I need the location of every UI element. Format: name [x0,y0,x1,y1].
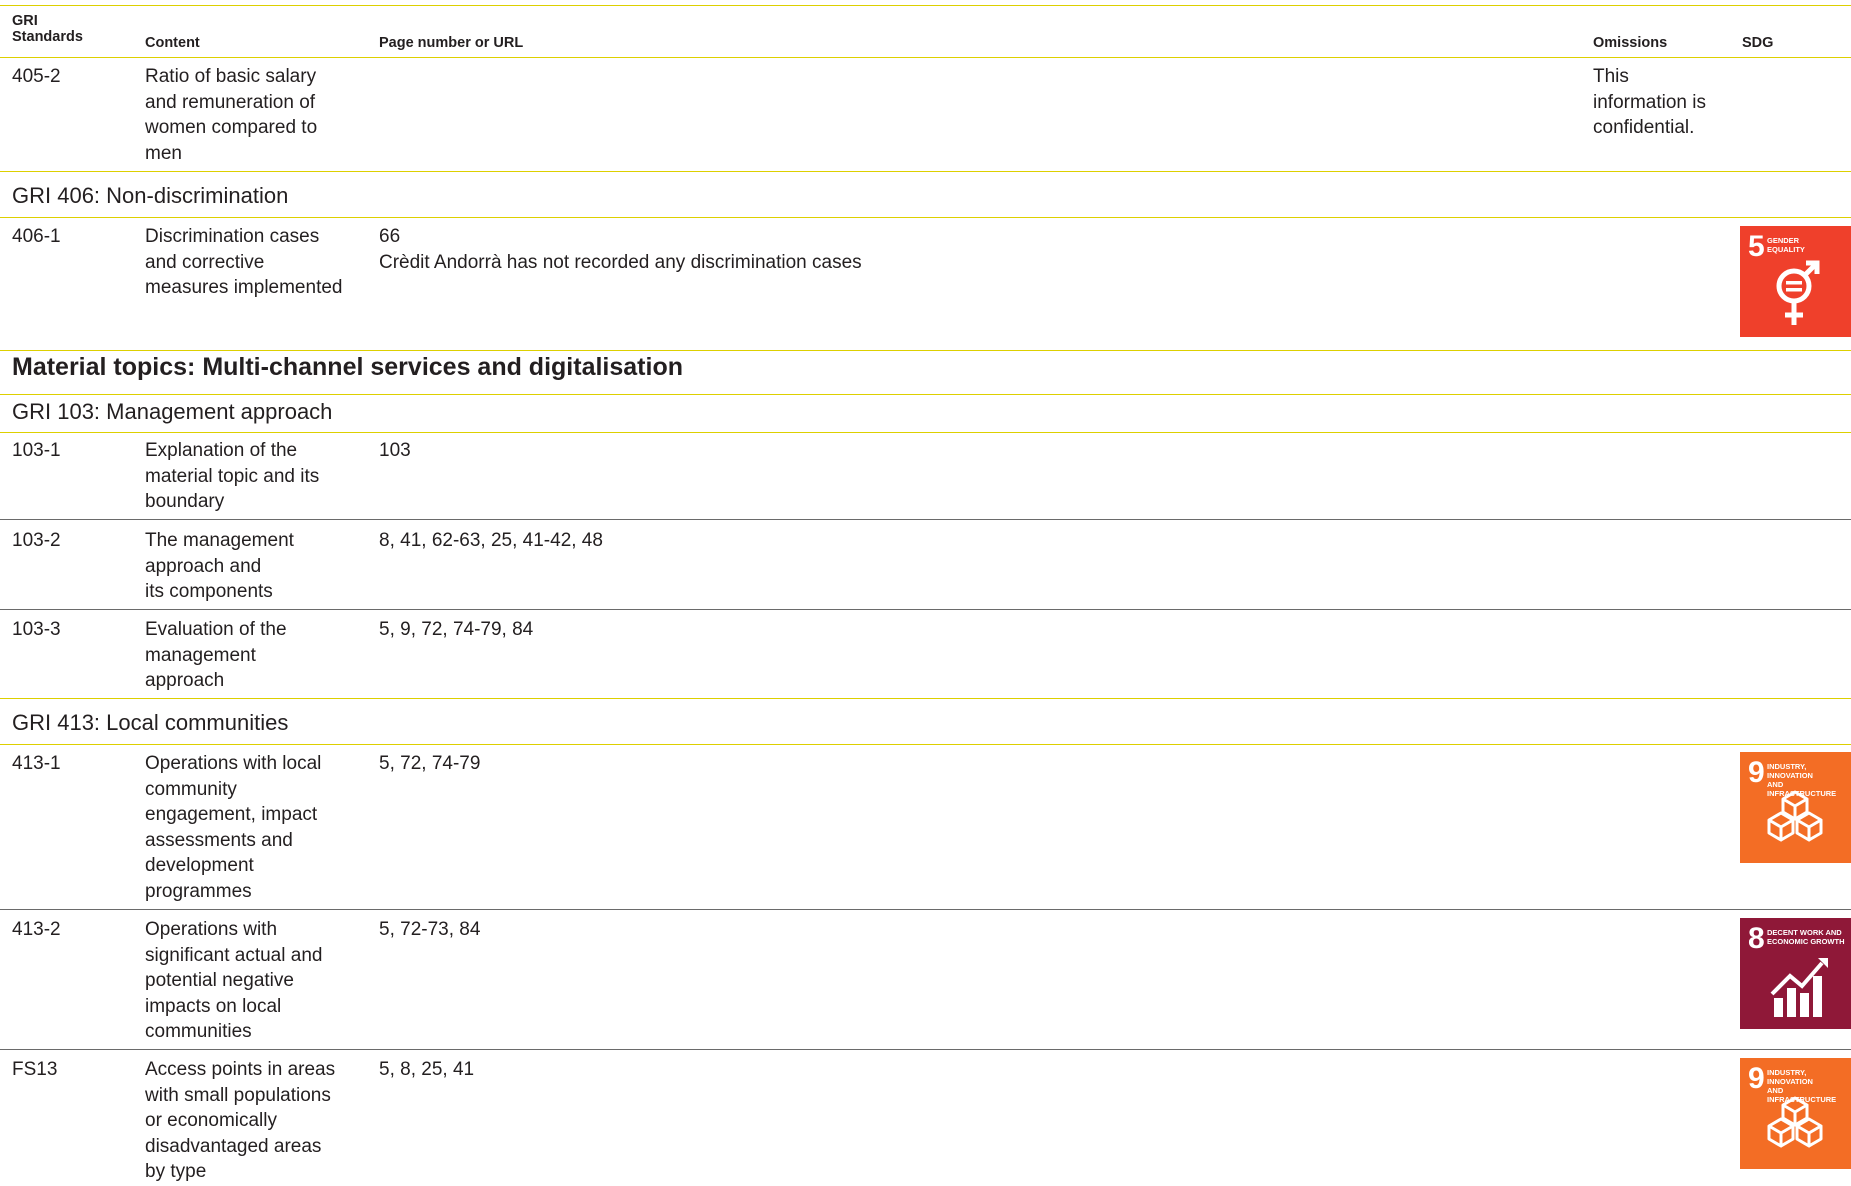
row-code: 405-2 [12,66,61,87]
row-divider [0,519,1851,520]
row-content: Operations with local community engageme… [145,753,322,902]
row-content: Discrimination cases and corrective meas… [145,226,343,298]
sdg5-badge: 5 GENDER EQUALITY [1740,226,1851,337]
row-code: 103-3 [12,619,61,640]
section-title-gri413: GRI 413: Local communities [12,710,289,735]
row-page: 5, 72, 74-79 [379,753,481,774]
row-omission: This information is confidential. [1593,66,1706,138]
col-header-omissions: Omissions [1593,35,1668,51]
row-code: 413-2 [12,919,61,940]
row-page: 5, 8, 25, 41 [379,1059,475,1080]
header-bottom-rule [0,57,1851,58]
row-code: 103-1 [12,440,61,461]
col-header-content: Content [145,35,200,51]
sdg9-badge: 9 INDUSTRY, INNOVATION AND INFRASTRUCTUR… [1740,1058,1851,1169]
row-divider [0,698,1851,699]
row-divider [0,350,1851,351]
row-code: 103-2 [12,530,61,551]
row-page: 103 [379,440,411,461]
row-code: 406-1 [12,226,61,247]
col-header-sdg: SDG [1742,35,1774,51]
section-rule [0,394,1851,395]
col-header-page: Page number or URL [379,35,524,51]
row-divider [0,171,1851,172]
row-code: FS13 [12,1059,58,1080]
col-header-standards: GRI Standards [12,13,83,45]
row-divider [0,609,1851,610]
row-content: Ratio of basic salary and remuneration o… [145,66,318,164]
gender-equality-icon [1776,260,1820,325]
section-title-gri406: GRI 406: Non-discrimination [12,183,289,208]
sdg8-badge: 8 DECENT WORK AND ECONOMIC GROWTH [1740,918,1851,1029]
cubes-icon [1767,1096,1823,1148]
row-page: 5, 9, 72, 74-79, 84 [379,619,534,640]
header-top-rule [0,5,1851,6]
row-content: Evaluation of the management approach [145,619,287,691]
section-rule [0,217,1851,218]
row-content: The management approach and its componen… [145,530,294,602]
row-divider [0,909,1851,910]
growth-chart-icon [1770,958,1828,1017]
row-page: 8, 41, 62-63, 25, 41-42, 48 [379,530,603,551]
row-page: 66 Crèdit Andorrà has not recorded any d… [379,226,862,273]
section-rule [0,432,1851,433]
section-title-gri103: GRI 103: Management approach [12,399,333,424]
section-rule [0,744,1851,745]
material-topics-title: Material topics: Multi-channel services … [12,353,683,381]
row-divider [0,1049,1851,1050]
row-content: Operations with significant actual and p… [145,919,323,1042]
row-page: 5, 72-73, 84 [379,919,481,940]
cubes-icon [1767,790,1823,842]
row-code: 413-1 [12,753,61,774]
row-content: Access points in areas with small popula… [145,1059,336,1182]
row-content: Explanation of the material topic and it… [145,440,320,512]
sdg9-badge: 9 INDUSTRY, INNOVATION AND INFRASTRUCTUR… [1740,752,1851,863]
